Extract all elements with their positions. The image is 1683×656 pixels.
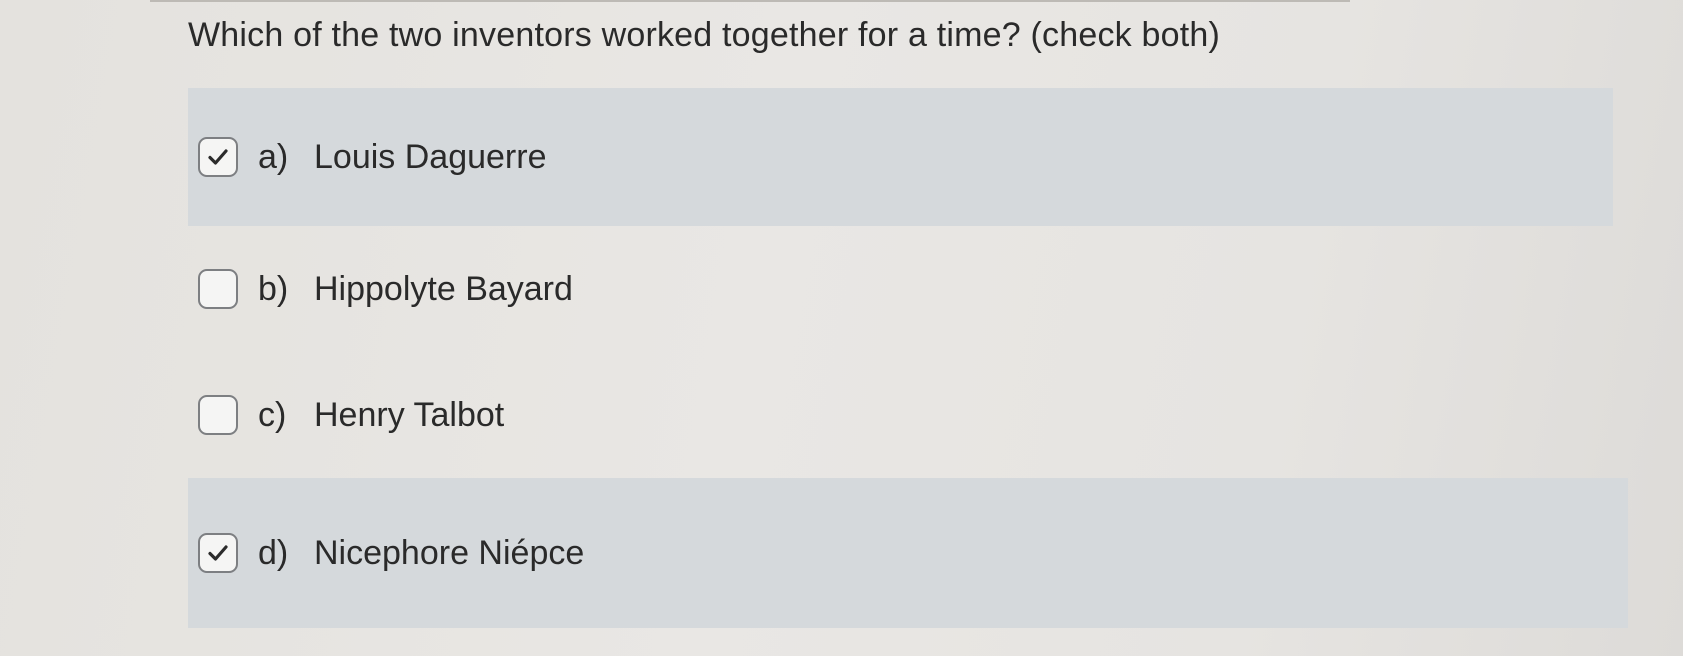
option-a-letter: a) [258, 137, 289, 176]
page-top-edge [150, 0, 1350, 2]
option-a-checkbox[interactable] [198, 137, 238, 177]
option-d-label: Nicephore Niépce [314, 533, 585, 572]
checkmark-icon [208, 545, 228, 561]
option-b-checkbox[interactable] [198, 269, 238, 309]
option-a[interactable]: a) Louis Daguerre [188, 88, 1613, 226]
question-text: Which of the two inventors worked togeth… [188, 16, 1220, 54]
option-c[interactable]: c) Henry Talbot [188, 352, 1613, 478]
option-c-label: Henry Talbot [314, 395, 505, 434]
option-a-label: Louis Daguerre [314, 137, 547, 176]
option-b[interactable]: b) Hippolyte Bayard [188, 226, 1613, 352]
option-d[interactable]: d) Nicephore Niépce [188, 478, 1628, 628]
option-b-label: Hippolyte Bayard [314, 269, 573, 308]
checkmark-icon [208, 149, 228, 165]
option-b-letter: b) [258, 269, 289, 308]
option-c-letter: c) [258, 395, 287, 434]
option-d-letter: d) [258, 533, 289, 572]
option-d-checkbox[interactable] [198, 533, 238, 573]
option-c-checkbox[interactable] [198, 395, 238, 435]
